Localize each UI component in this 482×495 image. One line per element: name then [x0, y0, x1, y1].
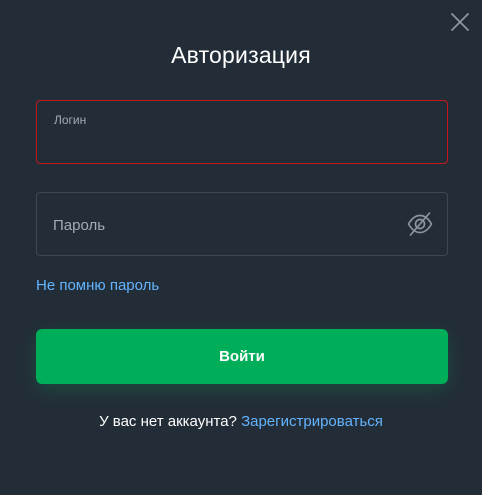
eye-slash-icon [407, 212, 433, 236]
password-input[interactable] [53, 215, 397, 235]
register-link[interactable]: Зарегистрироваться [241, 413, 383, 430]
login-modal: Авторизация Логин Не помню пароль Войти … [0, 0, 482, 495]
password-visibility-toggle[interactable] [406, 210, 434, 238]
close-icon [451, 13, 469, 31]
login-field[interactable]: Логин [36, 100, 448, 164]
register-prompt: У вас нет аккаунта? [99, 413, 237, 430]
login-button[interactable]: Войти [36, 329, 448, 384]
login-input[interactable] [53, 133, 397, 153]
login-label: Логин [54, 113, 87, 127]
modal-title: Авторизация [171, 42, 311, 68]
close-button[interactable] [448, 10, 472, 34]
password-field[interactable] [36, 192, 448, 256]
forgot-password-link[interactable]: Не помню пароль [36, 277, 159, 294]
register-row: У вас нет аккаунта? Зарегистрироваться [0, 413, 482, 430]
